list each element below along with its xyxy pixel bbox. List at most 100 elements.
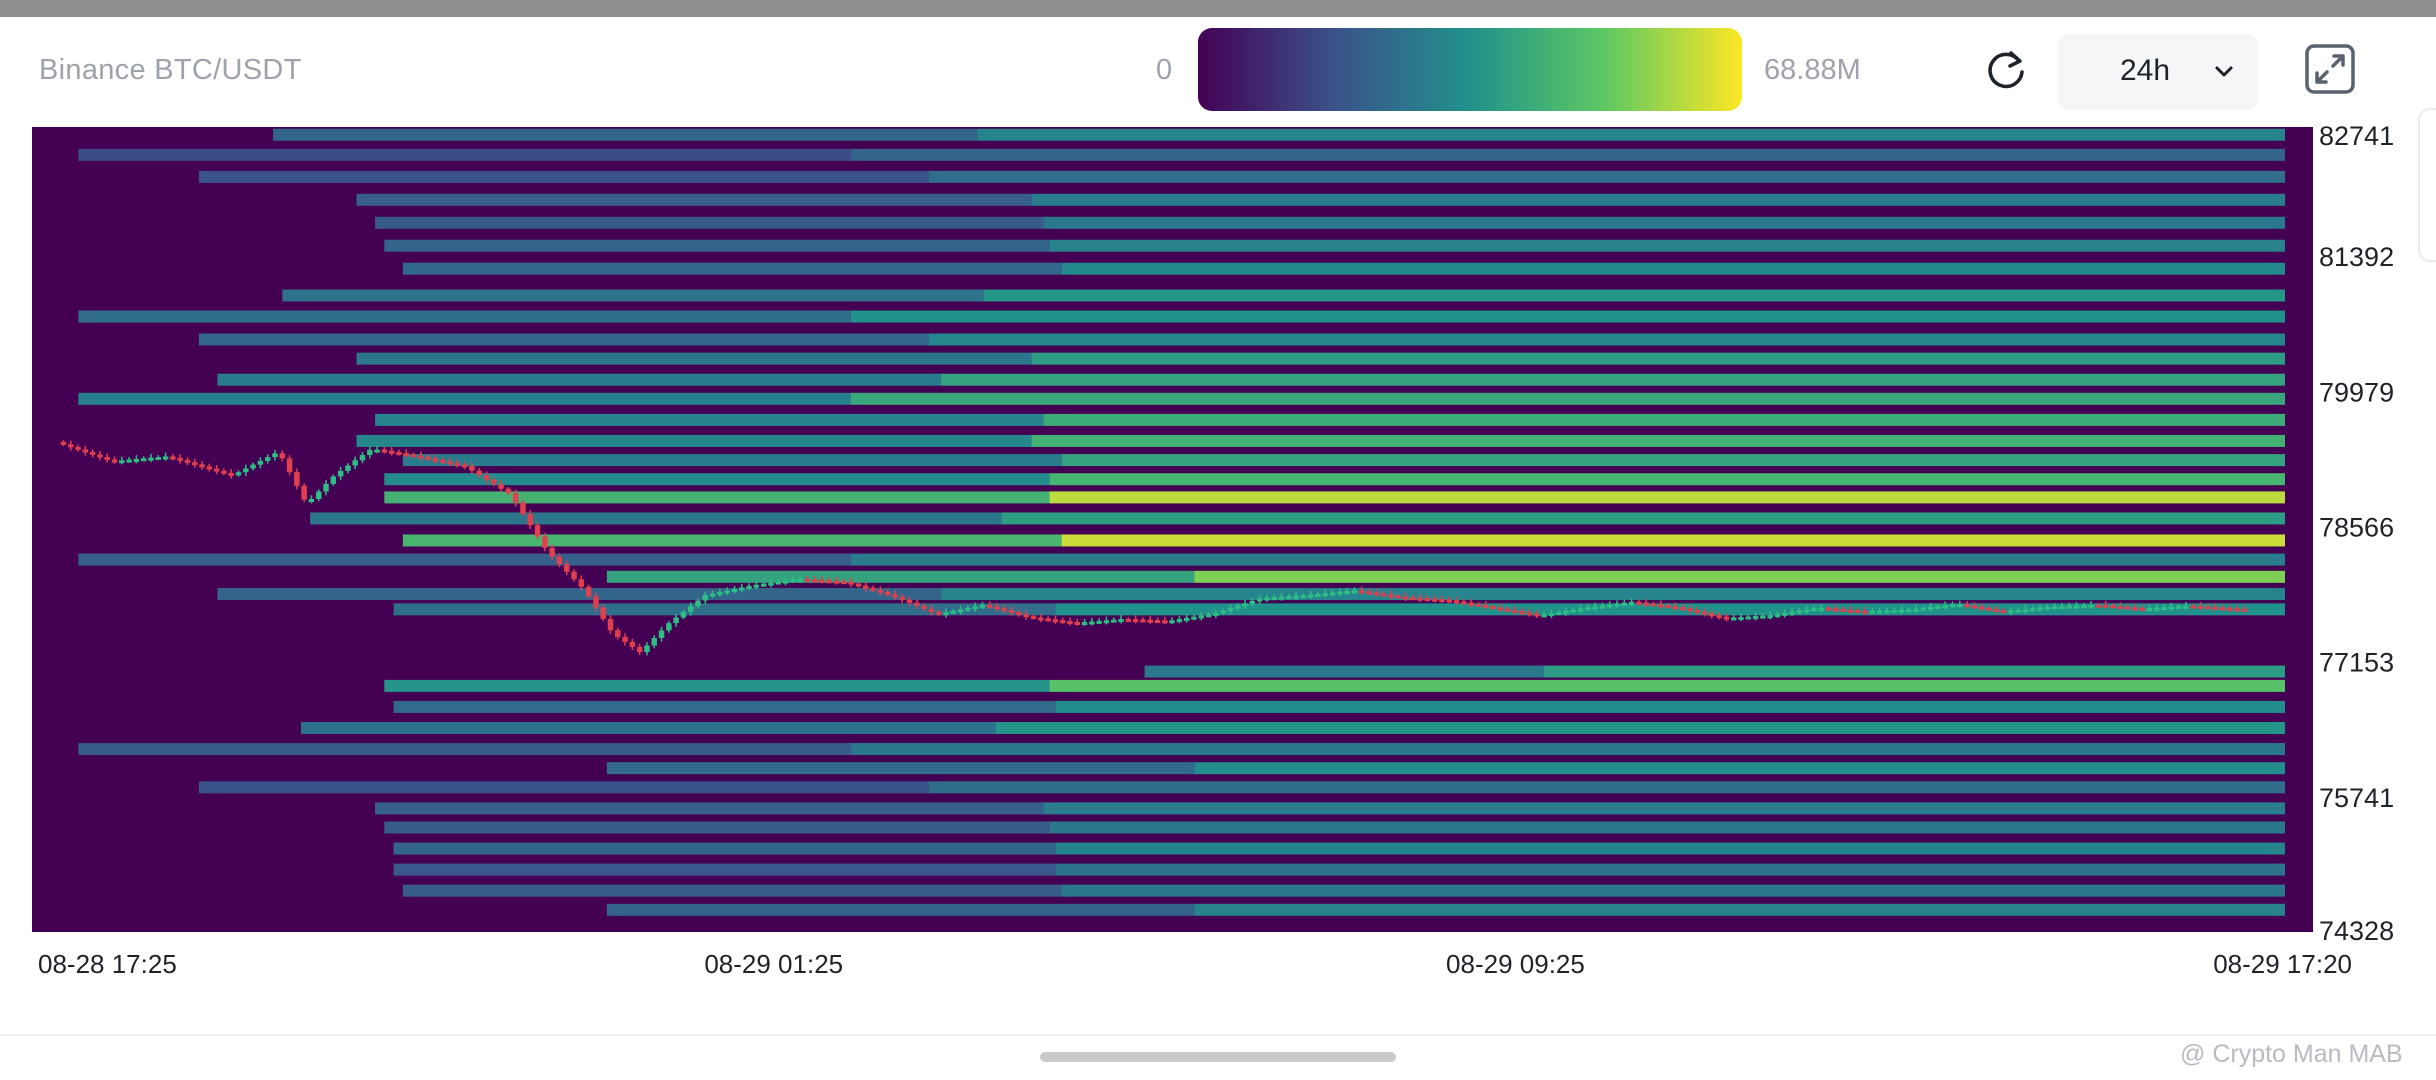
candle-body — [192, 462, 198, 466]
home-indicator[interactable] — [1040, 1052, 1396, 1062]
candle-body — [418, 455, 424, 459]
candle-body — [702, 594, 709, 601]
liquidity-band — [606, 762, 1195, 775]
liquidity-band — [384, 821, 1050, 834]
candle-body — [1643, 602, 1649, 606]
liquidity-band — [1049, 679, 2285, 692]
liquidity-band — [941, 373, 2286, 386]
candle-body — [1760, 615, 1766, 619]
candle-body — [2161, 607, 2167, 611]
candle-body — [1395, 595, 1401, 599]
candle-body — [432, 458, 439, 462]
candle-body — [644, 645, 650, 652]
candle-body — [2008, 610, 2014, 614]
liquidity-band — [850, 553, 2285, 566]
y-tick-label: 79979 — [2319, 377, 2394, 407]
candle-body — [119, 460, 125, 464]
candle-body — [753, 584, 760, 588]
candle-body — [563, 564, 570, 572]
candle-body — [1242, 603, 1248, 607]
candle-body — [403, 453, 409, 457]
candle-body — [549, 547, 555, 557]
liquidity-band — [393, 863, 1056, 876]
candle-body — [2197, 605, 2204, 609]
candle-body — [345, 465, 351, 471]
candle-body — [1840, 608, 1846, 612]
x-tick-label: 08-28 17:25 — [38, 949, 177, 979]
liquidity-band — [282, 289, 984, 302]
liquidity-band — [1043, 216, 2285, 229]
candle-body — [177, 457, 183, 461]
candle-body — [1329, 592, 1336, 596]
candle-body — [1307, 594, 1314, 598]
candle-body — [1563, 610, 1569, 614]
candle-body — [1672, 606, 1679, 610]
candle-body — [527, 513, 533, 526]
candle-body — [316, 491, 322, 499]
liquidity-band — [606, 903, 1195, 916]
candle-body — [987, 604, 993, 608]
candle-body — [1344, 590, 1350, 594]
candle-body — [1103, 620, 1110, 624]
candle-body — [2205, 606, 2211, 610]
candle-body — [1081, 622, 1088, 626]
liquidity-band — [929, 333, 2285, 346]
candle-body — [1052, 619, 1059, 623]
candle-body — [1191, 616, 1197, 620]
candle-body — [1504, 608, 1511, 612]
candle-body — [483, 475, 490, 480]
candle-body — [520, 502, 526, 514]
y-tick-label: 82741 — [2319, 121, 2394, 151]
liquidity-band — [78, 743, 851, 756]
candle-body — [264, 457, 271, 461]
candle-body — [111, 459, 118, 463]
candle-body — [578, 579, 585, 587]
candle-body — [1402, 596, 1409, 600]
candle-body — [133, 458, 140, 462]
candle-body — [1300, 595, 1307, 599]
candle-body — [2095, 604, 2102, 608]
liquidity-band — [356, 352, 1032, 365]
candle-body — [1774, 614, 1781, 618]
candle-body — [1001, 608, 1008, 612]
candle-body — [323, 483, 329, 492]
candle-body — [272, 453, 278, 458]
candle-body — [104, 456, 110, 460]
liquidity-band — [929, 781, 2285, 794]
candle-body — [709, 593, 716, 597]
candle-body — [855, 583, 862, 587]
candle-body — [359, 455, 366, 461]
candle-body — [1614, 603, 1620, 607]
liquidity-band — [1055, 700, 2285, 713]
candle-body — [1264, 597, 1270, 601]
candle-body — [1526, 612, 1533, 616]
liquidity-band — [393, 842, 1056, 855]
candle-body — [1818, 607, 1824, 611]
candle-body — [1249, 600, 1256, 604]
candle-body — [636, 646, 643, 652]
candle-body — [724, 590, 730, 594]
candle-body — [1512, 609, 1518, 613]
candle-body — [1147, 619, 1153, 623]
candle-body — [1752, 616, 1759, 620]
candle-body — [1833, 608, 1839, 612]
candle-body — [1847, 609, 1854, 613]
candle-body — [1008, 610, 1015, 614]
candle-body — [1876, 610, 1883, 614]
liquidity-band — [300, 721, 996, 734]
candle-body — [1067, 621, 1073, 625]
candle-body — [1577, 608, 1584, 612]
candle-body — [1942, 605, 1948, 609]
candle-body — [1935, 605, 1941, 609]
candle-body — [1439, 599, 1445, 603]
candle-body — [1475, 603, 1482, 607]
liquidity-band — [1049, 491, 2285, 504]
candle-body — [921, 605, 927, 609]
candle-body — [2081, 605, 2087, 609]
liquidity-band — [1055, 863, 2285, 876]
candle-body — [1592, 606, 1598, 610]
candle-body — [381, 449, 388, 453]
candle-body — [469, 466, 475, 471]
candle-body — [1964, 604, 1970, 608]
liquidity-band — [402, 454, 1062, 467]
